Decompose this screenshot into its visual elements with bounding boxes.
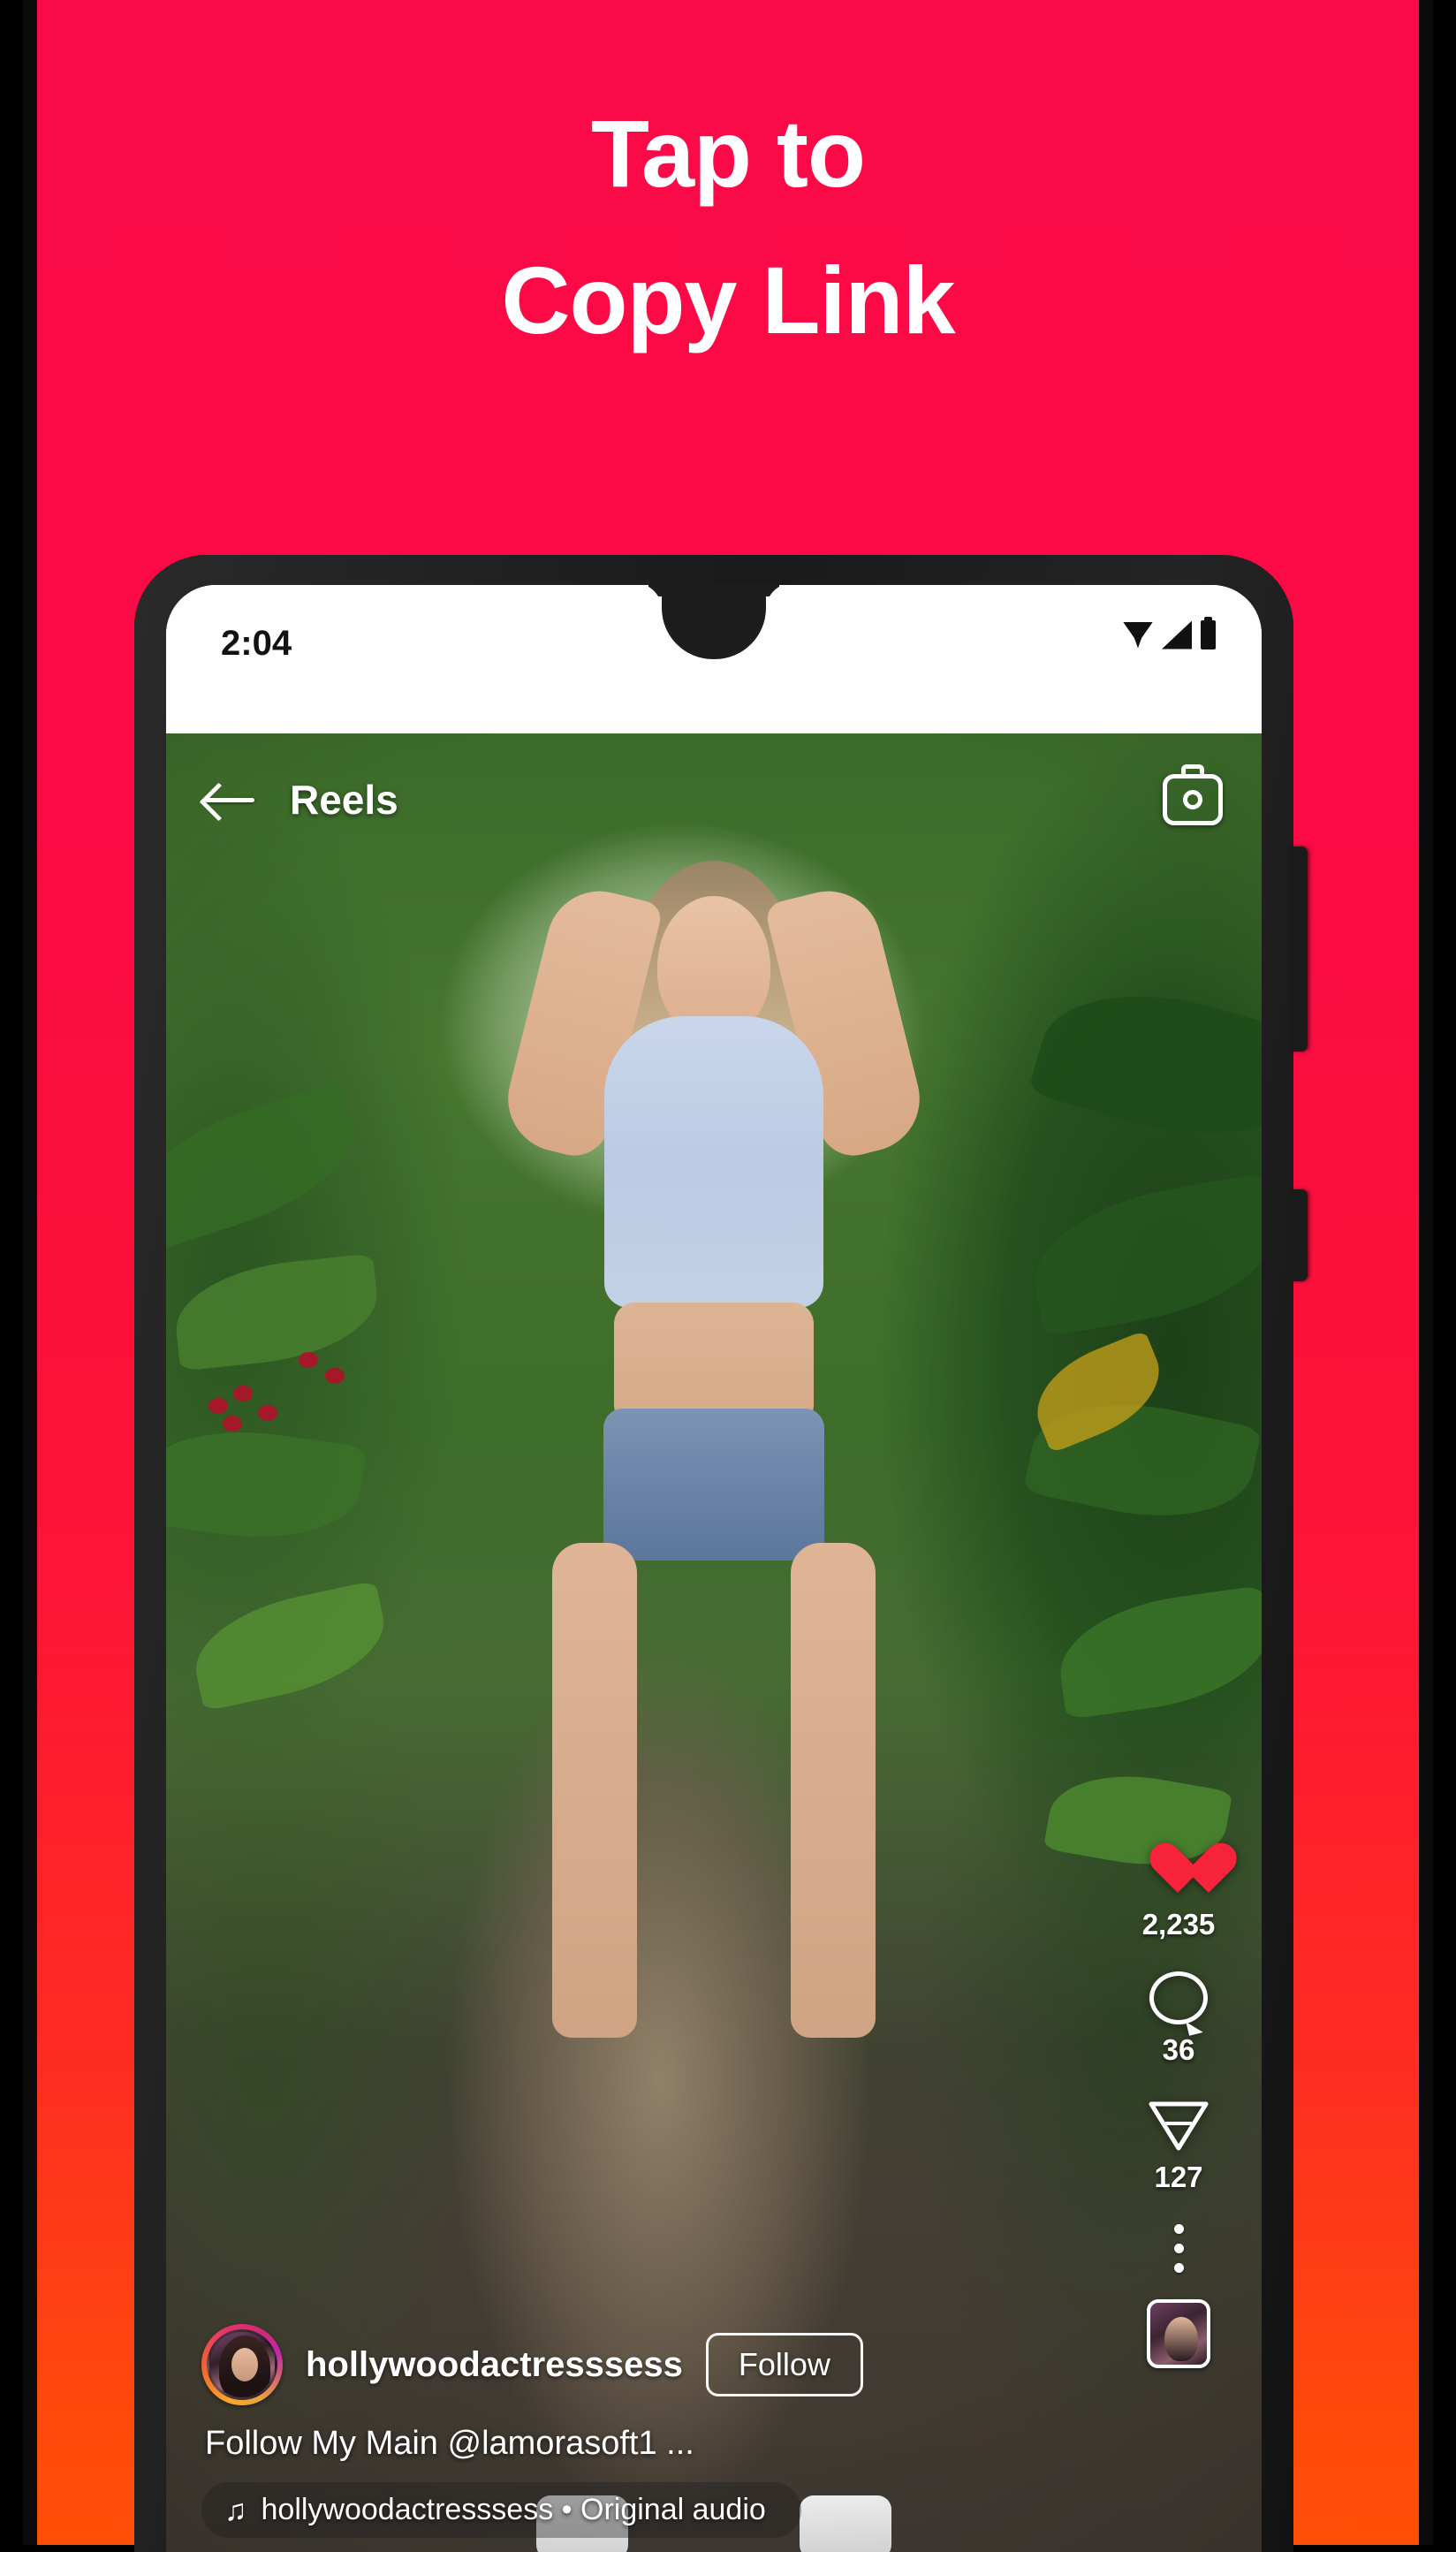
headline-line-1: Tap to — [591, 100, 866, 207]
camera-notch — [662, 585, 766, 659]
status-icons — [1123, 617, 1216, 649]
headline-line-2: Copy Link — [501, 247, 955, 353]
dot — [1173, 2244, 1184, 2253]
promo-headline: Tap to Copy Link — [0, 106, 1456, 348]
username[interactable]: hollywoodactresssess — [306, 2345, 683, 2385]
left-inner-bar — [23, 0, 37, 2545]
signal-icon — [1162, 620, 1192, 649]
phone-screen: 2:04 Reels 2,235 36 127 hollywoodactress… — [166, 585, 1262, 2552]
album-art — [1164, 2317, 1198, 2361]
power-button[interactable] — [1290, 1189, 1308, 1281]
like-button[interactable]: 2,235 — [1142, 1844, 1216, 1941]
user-row: hollywoodactresssess Follow — [201, 2319, 1226, 2411]
video-vignette — [166, 733, 1262, 2552]
post-caption[interactable]: Follow My Main @lamorasoft1 ... — [201, 2425, 1226, 2463]
comment-button[interactable]: 36 — [1149, 1971, 1208, 2067]
volume-rocker-button[interactable] — [1290, 847, 1308, 1052]
like-count: 2,235 — [1141, 1908, 1216, 1941]
audio-row[interactable]: ♫ hollywoodactresssess • Original audio — [201, 2482, 801, 2538]
status-clock: 2:04 — [221, 624, 292, 663]
avatar-ring[interactable] — [201, 2324, 283, 2405]
audio-label: hollywoodactresssess • Original audio — [261, 2493, 766, 2526]
post-meta: hollywoodactresssess Follow Follow My Ma… — [166, 2319, 1262, 2552]
share-button[interactable]: 127 — [1148, 2097, 1210, 2194]
reel-video[interactable]: Reels 2,235 36 127 hollywoodactresssess … — [166, 733, 1262, 2552]
music-note-icon: ♫ — [224, 2493, 247, 2527]
album-thumbnail[interactable] — [1147, 2299, 1210, 2368]
dot — [1173, 2263, 1184, 2273]
back-arrow-icon[interactable] — [205, 779, 256, 820]
camera-icon[interactable] — [1163, 764, 1223, 825]
page-title: Reels — [290, 777, 398, 823]
share-count: 127 — [1154, 2161, 1203, 2193]
follow-button[interactable]: Follow — [705, 2333, 863, 2396]
dot — [1173, 2224, 1184, 2234]
reels-header: Reels — [166, 733, 1262, 866]
status-bar: 2:04 — [166, 585, 1262, 733]
right-inner-bar — [1419, 0, 1433, 2545]
comment-count: 36 — [1162, 2033, 1195, 2066]
avatar-face — [231, 2348, 258, 2381]
action-rail: 2,235 36 127 — [1126, 1844, 1232, 2368]
left-letterbox-bar — [0, 0, 23, 2545]
comment-bubble-icon — [1149, 1971, 1208, 2024]
battery-icon — [1201, 617, 1216, 649]
more-vertical-icon[interactable] — [1173, 2224, 1184, 2273]
phone-mockup: 2:04 Reels 2,235 36 127 hollywoodactress… — [134, 555, 1308, 2552]
right-letterbox-bar — [1433, 0, 1456, 2545]
camera-lens — [1183, 790, 1202, 809]
heart-icon — [1149, 1844, 1209, 1899]
avatar — [207, 2329, 277, 2400]
wifi-icon — [1123, 621, 1153, 649]
send-paper-plane-icon — [1149, 2101, 1209, 2151]
